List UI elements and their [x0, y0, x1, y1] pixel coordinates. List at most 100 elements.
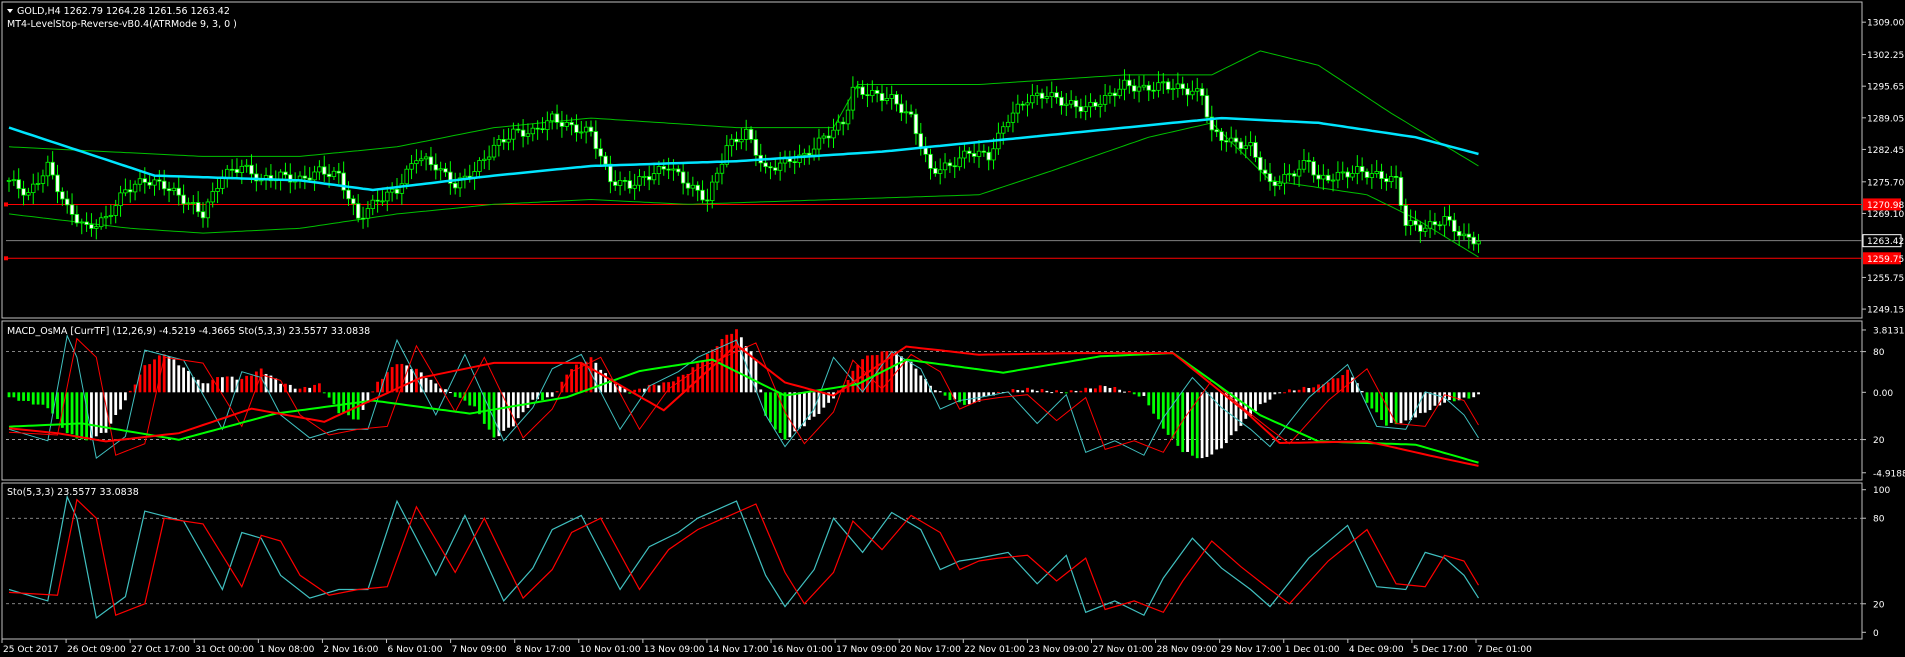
macd-histogram-bar: [80, 392, 84, 440]
candle-body: [322, 166, 327, 175]
candle-body: [642, 176, 647, 178]
candle-body: [938, 169, 943, 174]
macd-histogram-bar: [1035, 390, 1039, 393]
candle-body: [1005, 121, 1011, 128]
macd-histogram-bar: [1268, 392, 1272, 400]
candle-body: [94, 226, 99, 229]
time-tick-label: 14 Nov 17:00: [708, 645, 769, 655]
macd-histogram-bar: [167, 356, 171, 393]
macd-histogram-bar: [1176, 392, 1180, 446]
macd-histogram-bar: [1365, 392, 1369, 403]
macd-histogram-bar: [1414, 392, 1417, 418]
candle-body: [1054, 92, 1059, 98]
trading-terminal-chart[interactable]: 1270.981259.751263.42 1309.001302.251295…: [0, 0, 1905, 657]
macd-histogram-bar: [681, 374, 685, 393]
candle-body: [1413, 220, 1418, 226]
candle-body: [1044, 96, 1050, 99]
candle-body: [1350, 173, 1355, 178]
macd-histogram-bar: [327, 392, 331, 398]
candle-body: [11, 179, 17, 182]
candle-body: [928, 153, 933, 169]
candle-body: [1316, 174, 1321, 180]
macd-histogram-bar: [1278, 392, 1282, 394]
macd-histogram-bar: [1016, 390, 1020, 393]
candle-body: [714, 172, 720, 183]
macd-histogram-bar: [1389, 392, 1393, 423]
macd-histogram-bar: [1103, 386, 1107, 393]
candle-body: [1117, 88, 1122, 97]
candle-body: [157, 179, 162, 182]
candle-body: [152, 179, 157, 186]
candle-body: [1102, 95, 1108, 105]
candle-body: [1151, 89, 1156, 92]
candle-body: [1107, 92, 1113, 96]
candle-body: [913, 113, 919, 135]
candle-body: [380, 200, 385, 203]
macd-histogram-bar: [56, 392, 59, 420]
candle-body: [991, 148, 996, 161]
macd-histogram-bar: [221, 377, 224, 393]
candle-body: [816, 137, 822, 150]
candle-body: [753, 139, 759, 156]
candle-body: [918, 133, 923, 149]
macd-histogram-bar: [75, 392, 79, 439]
candle-body: [365, 208, 371, 219]
candle-body: [947, 162, 953, 167]
time-tick-label: 7 Nov 09:00: [452, 645, 507, 655]
candle-body: [957, 157, 962, 168]
candle-body: [1073, 100, 1079, 108]
macd-histogram-bar: [1132, 392, 1136, 395]
macd-histogram-bar: [769, 392, 772, 423]
candle-body: [409, 163, 414, 170]
candle-body: [1078, 106, 1084, 112]
candle-body: [744, 128, 749, 140]
candle-body: [530, 127, 535, 135]
macd-histogram-bar: [1098, 385, 1102, 393]
price-tick-label: 1275.70: [1867, 178, 1904, 188]
candle-body: [220, 177, 225, 189]
candle-body: [443, 168, 448, 173]
price-tick-label: 1289.05: [1867, 114, 1904, 124]
candle-body: [26, 192, 31, 196]
candle-body: [452, 182, 458, 189]
macd-histogram-bar: [1302, 386, 1306, 393]
candle-body: [632, 184, 637, 189]
candle-body: [855, 86, 860, 89]
candle-body: [525, 133, 531, 137]
macd-histogram-bar: [201, 383, 205, 393]
macd-histogram-bar: [313, 384, 316, 393]
macd-histogram-bar: [429, 379, 433, 393]
candle-body: [962, 150, 967, 159]
candle-body: [690, 184, 696, 189]
macd-histogram-bar: [448, 392, 452, 394]
candle-body: [249, 164, 254, 175]
macd-histogram-bar: [1011, 389, 1015, 393]
candle-body: [423, 156, 429, 160]
macd-histogram-bar: [1428, 392, 1432, 411]
candle-body: [1214, 129, 1219, 133]
price-tick-label: 1282.45: [1867, 146, 1904, 156]
macd-histogram-bar: [1166, 392, 1170, 435]
macd-histogram-bar: [1089, 388, 1092, 393]
candle-body: [1398, 177, 1404, 206]
candle-body: [574, 124, 579, 133]
candle-body: [865, 94, 870, 97]
candle-body: [283, 171, 288, 176]
macd-histogram-bar: [967, 392, 971, 405]
candle-body: [210, 191, 215, 203]
candle-body: [802, 152, 807, 156]
macd-histogram-bar: [114, 392, 118, 415]
candle-body: [511, 128, 516, 140]
macd-histogram-bar: [1074, 390, 1078, 393]
candle-body: [933, 168, 938, 174]
candle-body: [45, 161, 50, 177]
candle-body: [603, 155, 608, 165]
candle-body: [1456, 231, 1462, 237]
macd-histogram-bar: [933, 390, 937, 393]
candle-body: [1165, 81, 1171, 90]
macd-histogram-bar: [371, 391, 375, 393]
time-tick-label: 16 Nov 01:00: [772, 645, 833, 655]
candle-body: [894, 94, 899, 105]
candle-body: [370, 199, 375, 209]
macd-histogram-bar: [822, 392, 826, 408]
